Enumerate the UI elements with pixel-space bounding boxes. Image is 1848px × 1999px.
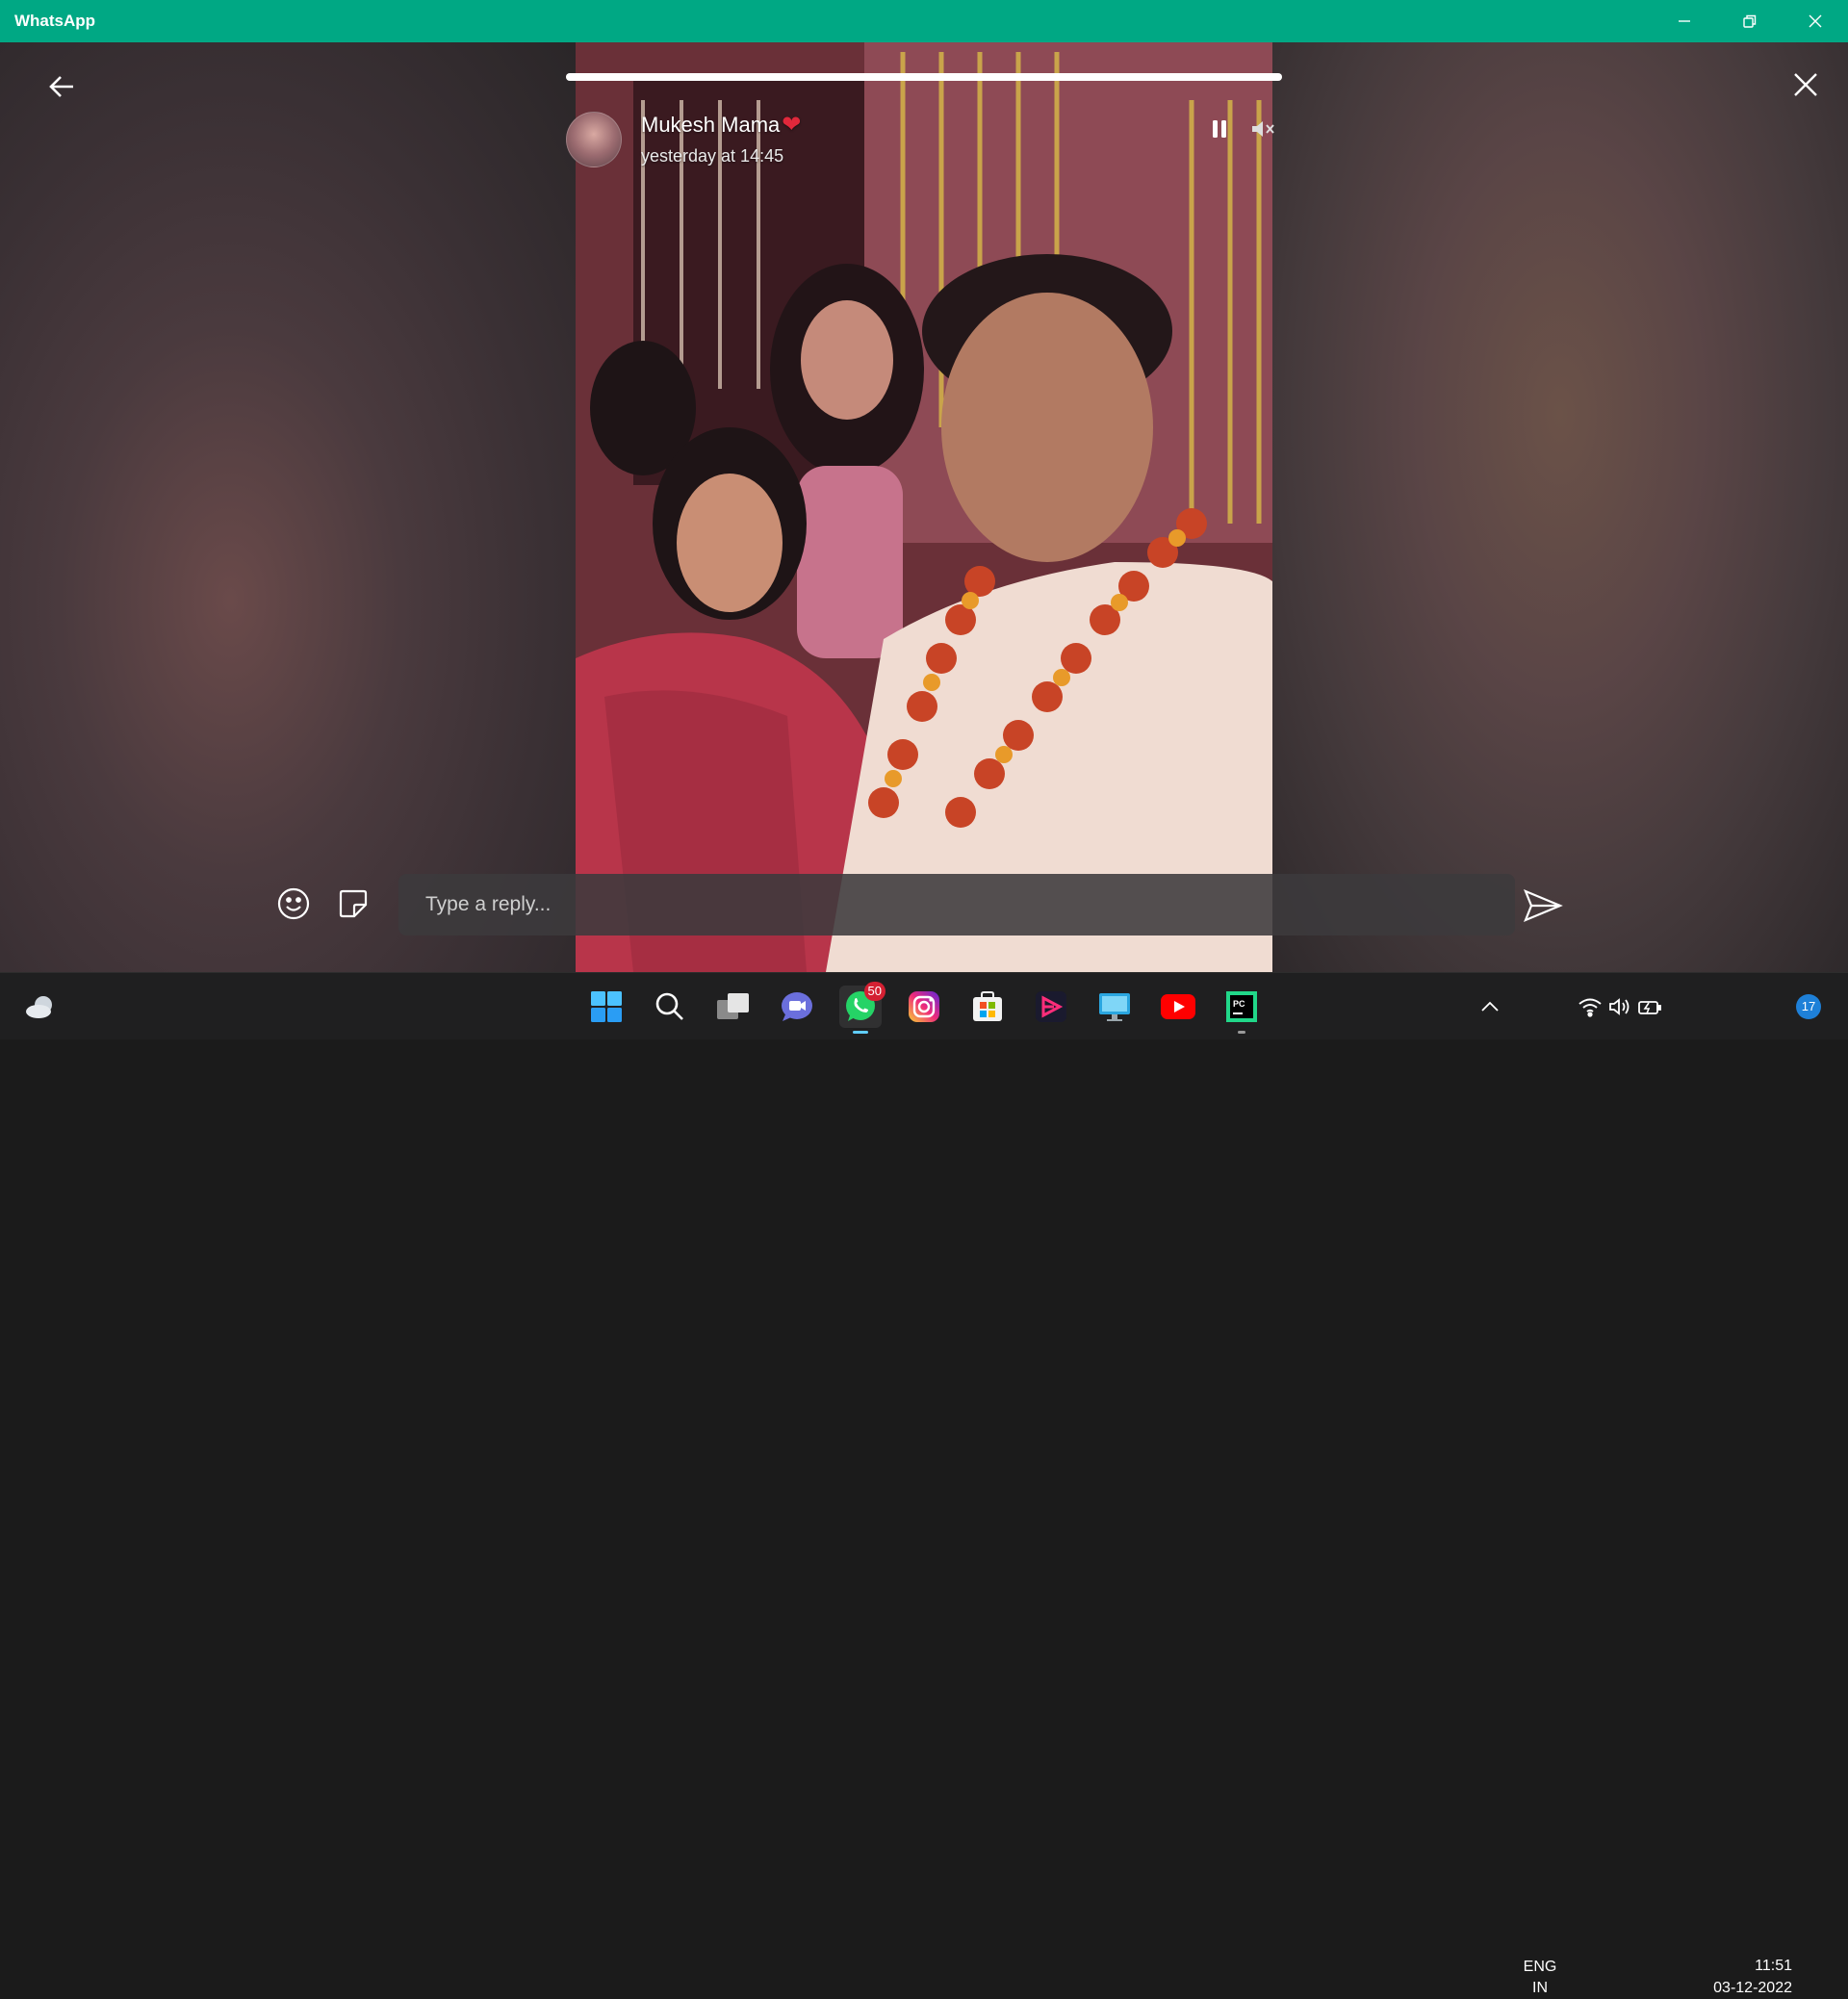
store-icon [973, 991, 1002, 1021]
wifi-icon [1578, 998, 1602, 1017]
remote-desktop-icon [1099, 993, 1130, 1021]
active-app-indicator [853, 1031, 868, 1034]
clock-date: 03-12-2022 [1713, 1980, 1792, 1996]
whatsapp-unread-badge: 50 [863, 982, 886, 1001]
clock[interactable]: 11:51 03-12-2022 [1686, 1955, 1792, 1999]
notification-count-badge[interactable]: 17 [1796, 994, 1821, 1019]
status-photo-image [576, 42, 1272, 972]
contact-name[interactable]: Mukesh Mama❤ [641, 111, 801, 139]
speaker-icon [1609, 998, 1630, 1015]
remote-desktop-button[interactable] [1093, 986, 1136, 1028]
send-icon [1524, 888, 1563, 923]
youtube-icon [1161, 994, 1195, 1019]
microsoft-store-button[interactable] [966, 986, 1009, 1028]
show-hidden-icons-button[interactable] [1469, 986, 1511, 1028]
emoji-button[interactable] [271, 882, 316, 926]
language-region: IN [1532, 1980, 1548, 1996]
pause-icon [1213, 120, 1226, 138]
speaker-muted-icon [1252, 121, 1274, 137]
reply-bar [398, 874, 1515, 935]
contact-name-text: Mukesh Mama [641, 113, 781, 137]
restore-button[interactable] [1717, 0, 1783, 42]
whatsapp-taskbar-button[interactable]: 50 [839, 982, 886, 1034]
taskbar: 50 PC ENG IN 11:51 03-12-2022 [0, 972, 1848, 1996]
send-button[interactable] [1519, 882, 1567, 930]
pycharm-icon: PC [1226, 991, 1257, 1022]
title-bar: WhatsApp [0, 0, 1848, 42]
pycharm-button[interactable]: PC [1220, 986, 1263, 1034]
teams-chat-button[interactable] [776, 986, 818, 1028]
sticker-button[interactable] [331, 882, 375, 926]
weather-widget[interactable] [19, 986, 62, 1028]
quick-settings-button[interactable] [1571, 986, 1669, 1028]
status-timestamp: yesterday at 14:45 [641, 146, 784, 166]
language-code: ENG [1523, 1959, 1557, 1975]
teams-chat-icon [782, 992, 812, 1021]
instagram-icon [909, 991, 939, 1022]
window-title: WhatsApp [14, 12, 96, 30]
svg-text:PC: PC [1233, 999, 1245, 1009]
windows-icon [591, 991, 622, 1022]
emoji-smiley-icon [277, 887, 310, 920]
battery-charging-icon [1638, 1001, 1661, 1014]
blurred-background-right [1272, 42, 1848, 972]
close-status-button[interactable] [1784, 64, 1827, 106]
status-viewer: Mukesh Mama❤ yesterday at 14:45 [0, 42, 1848, 972]
status-progress-bar [566, 73, 1282, 81]
chevron-up-icon [1481, 1001, 1499, 1012]
video-editor-icon [1036, 991, 1066, 1022]
pause-button[interactable] [1203, 112, 1236, 146]
task-view-button[interactable] [712, 986, 755, 1028]
search-button[interactable] [649, 986, 691, 1028]
instagram-button[interactable] [903, 986, 945, 1028]
running-app-indicator [1238, 1031, 1245, 1034]
sticker-icon [339, 889, 368, 918]
status-photo[interactable] [576, 42, 1272, 972]
mute-button[interactable] [1245, 112, 1280, 146]
close-window-button[interactable] [1783, 0, 1848, 42]
close-icon [1794, 73, 1817, 96]
start-button[interactable] [585, 986, 628, 1028]
youtube-button[interactable] [1157, 986, 1199, 1028]
cloud-icon [26, 996, 52, 1018]
reply-input[interactable] [425, 874, 1484, 935]
close-icon [1809, 14, 1822, 28]
minimize-icon [1679, 20, 1690, 22]
heart-emoji: ❤ [782, 112, 802, 138]
back-button[interactable] [40, 65, 83, 108]
search-icon [655, 992, 683, 1020]
back-arrow-icon [49, 76, 73, 97]
blurred-background-left [0, 42, 576, 972]
task-view-icon [717, 993, 749, 1019]
video-editor-button[interactable] [1030, 986, 1072, 1028]
clock-time: 11:51 [1755, 1958, 1792, 1974]
minimize-button[interactable] [1652, 0, 1717, 42]
language-indicator[interactable]: ENG IN [1513, 1957, 1567, 1999]
contact-avatar[interactable] [566, 112, 622, 167]
restore-icon [1743, 14, 1757, 28]
status-progress-fill [566, 73, 1282, 81]
